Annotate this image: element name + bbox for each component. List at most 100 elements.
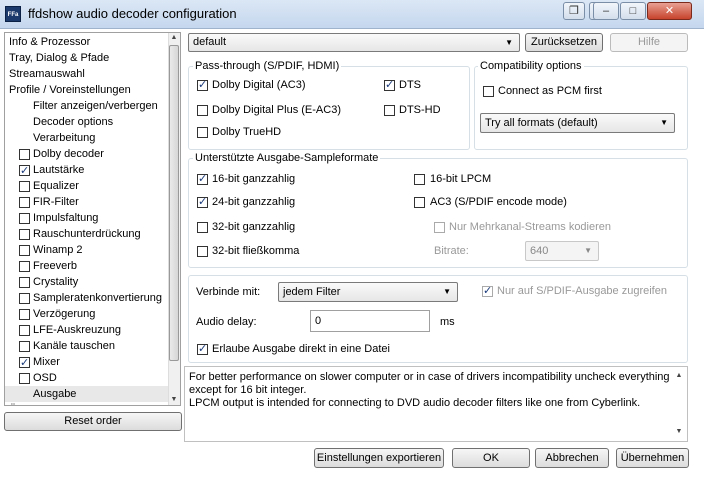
reset-button[interactable]: Zurücksetzen xyxy=(525,33,603,52)
sidebar-item-label: Tray, Dialog & Pfade xyxy=(9,52,110,64)
connect-select[interactable]: jedem Filter ▼ xyxy=(278,282,458,302)
ok-button[interactable]: OK xyxy=(452,448,530,468)
allow-file-checkbox[interactable] xyxy=(197,342,208,355)
bitrate-label: Bitrate: xyxy=(434,245,469,257)
sidebar-item-checkbox[interactable] xyxy=(19,149,30,160)
scroll-up-icon[interactable]: ▲ xyxy=(168,34,180,41)
sidebar-item[interactable]: Decoder options xyxy=(5,114,169,130)
sidebar-item[interactable]: Filter anzeigen/verbergen xyxy=(5,98,169,114)
sidebar-item-checkbox[interactable] xyxy=(19,355,30,371)
sidebar-item[interactable]: FIR-Filter xyxy=(5,194,169,210)
sidebar-item-label: OSD xyxy=(33,372,57,384)
dolby-digital-checkbox[interactable] xyxy=(197,78,208,91)
sidebar-item-label: FIR-Filter xyxy=(33,196,79,208)
sidebar-item-label: Decoder options xyxy=(33,116,114,128)
sidebar-item-checkbox[interactable] xyxy=(19,277,30,288)
sidebar-item[interactable]: Ausgabe xyxy=(5,386,169,402)
sidebar-item-checkbox[interactable] xyxy=(19,261,30,272)
32bit-float-checkbox[interactable] xyxy=(197,246,208,257)
sidebar-item-checkbox[interactable] xyxy=(19,213,30,224)
profile-select[interactable]: default ▼ xyxy=(188,33,520,52)
sidebar-item-checkbox[interactable] xyxy=(19,341,30,352)
close-icon[interactable]: ✕ xyxy=(647,2,692,20)
sidebar-item[interactable]: Winamp 2 xyxy=(5,242,169,258)
chevron-down-icon: ▼ xyxy=(584,246,592,255)
sidebar-item-checkbox[interactable] xyxy=(19,245,30,256)
sidebar-item-label: Profile / Voreinstellungen xyxy=(9,84,131,96)
sidebar-item-checkbox[interactable] xyxy=(19,163,30,179)
maximize-icon[interactable]: □ xyxy=(620,2,646,20)
help-button[interactable]: Hilfe xyxy=(610,33,688,52)
sidebar-item-checkbox[interactable] xyxy=(19,373,30,384)
16bit-lpcm-label: 16-bit LPCM xyxy=(430,173,492,185)
sidebar-item[interactable]: Rauschunterdrückung xyxy=(5,226,169,242)
bitrate-select[interactable]: 640 ▼ xyxy=(525,241,599,261)
dts-checkbox[interactable] xyxy=(384,78,395,91)
truehd-label: Dolby TrueHD xyxy=(212,126,282,138)
sidebar-item-checkbox[interactable] xyxy=(19,181,30,192)
32bit-int-label: 32-bit ganzzahlig xyxy=(212,221,296,233)
sidebar-item-checkbox[interactable] xyxy=(19,229,30,240)
app-icon: FFa xyxy=(5,6,21,22)
scroll-down-icon[interactable]: ▼ xyxy=(168,396,180,403)
minimize-icon[interactable]: ‒ xyxy=(593,2,619,20)
sidebar-tree[interactable]: Info & Prozessor Tray, Dialog & Pfade Stre… xyxy=(4,32,181,406)
sidebar-item[interactable]: OSD xyxy=(5,370,169,386)
info-line-2: LPCM output is intended for connecting t… xyxy=(189,397,641,409)
sidebar-item[interactable]: Sampleratenkonvertierung xyxy=(5,290,169,306)
sidebar-item-checkbox[interactable] xyxy=(19,197,30,208)
sidebar-item[interactable]: Tray, Dialog & Pfade xyxy=(5,50,169,66)
sidebar-item-label: LFE-Auskreuzung xyxy=(33,324,122,336)
sidebar-item[interactable]: Verzögerung xyxy=(5,306,169,322)
formats-select[interactable]: Try all formats (default) ▼ xyxy=(480,113,675,133)
sidebar-item[interactable]: Equalizer xyxy=(5,178,169,194)
restore-icon[interactable]: ❐ xyxy=(563,2,585,20)
sidebar-item-label: Über xyxy=(9,402,33,405)
sidebar-item[interactable]: Lautstärke xyxy=(5,162,169,179)
sidebar-item[interactable]: Freeverb xyxy=(5,258,169,274)
sidebar-item[interactable]: Profile / Voreinstellungen xyxy=(5,82,169,98)
sidebar-item[interactable]: Crystality xyxy=(5,274,169,290)
reset-order-button[interactable]: Reset order xyxy=(4,412,182,431)
dts-hd-checkbox[interactable] xyxy=(384,105,395,116)
sidebar-item[interactable]: Info & Prozessor xyxy=(5,34,169,50)
sidebar-item[interactable]: Impulsfaltung xyxy=(5,210,169,226)
connect-label: Verbinde mit: xyxy=(196,286,261,298)
chevron-down-icon: ▼ xyxy=(443,287,451,296)
sidebar-item-label: Ausgabe xyxy=(33,388,77,400)
spdif-only-checkbox[interactable] xyxy=(482,284,493,297)
dolby-digital-label: Dolby Digital (AC3) xyxy=(212,79,306,91)
sidebar-item-label: Rauschunterdrückung xyxy=(33,228,141,240)
sidebar-item-label: Lautstärke xyxy=(33,164,85,176)
sidebar-item-label: Sampleratenkonvertierung xyxy=(33,292,163,304)
pcm-first-checkbox[interactable] xyxy=(483,86,494,97)
dolby-plus-checkbox[interactable] xyxy=(197,105,208,116)
connect-value: jedem Filter xyxy=(283,286,341,298)
scroll-thumb[interactable] xyxy=(169,45,179,361)
multichannel-checkbox[interactable] xyxy=(434,222,445,233)
sidebar-item[interactable]: Verarbeitung xyxy=(5,130,169,146)
compat-group xyxy=(474,66,688,150)
24bit-checkbox[interactable] xyxy=(197,195,208,208)
sidebar-item[interactable]: LFE-Auskreuzung xyxy=(5,322,169,338)
apply-button[interactable]: Übernehmen xyxy=(616,448,689,468)
sidebar-item[interactable]: Mixer xyxy=(5,354,169,371)
16bit-lpcm-checkbox[interactable] xyxy=(414,174,425,185)
chevron-down-icon: ▼ xyxy=(505,38,513,47)
sidebar-item-checkbox[interactable] xyxy=(19,325,30,336)
32bit-int-checkbox[interactable] xyxy=(197,222,208,233)
sidebar-item[interactable]: Kanäle tauschen xyxy=(5,338,169,354)
ac3-encode-checkbox[interactable] xyxy=(414,197,425,208)
sidebar-item[interactable]: Über xyxy=(5,402,169,405)
export-settings-button[interactable]: Einstellungen exportieren xyxy=(314,448,444,468)
sidebar-item[interactable]: Streamauswahl xyxy=(5,66,169,82)
sidebar-item[interactable]: Dolby decoder xyxy=(5,146,169,162)
cancel-button[interactable]: Abbrechen xyxy=(535,448,609,468)
info-scroll-up-icon[interactable]: ▲ xyxy=(673,372,685,379)
16bit-checkbox[interactable] xyxy=(197,172,208,185)
sidebar-item-checkbox[interactable] xyxy=(19,309,30,320)
info-scroll-down-icon[interactable]: ▼ xyxy=(673,428,685,435)
truehd-checkbox[interactable] xyxy=(197,127,208,138)
audio-delay-input[interactable]: 0 xyxy=(310,310,430,332)
sidebar-item-checkbox[interactable] xyxy=(19,293,30,304)
